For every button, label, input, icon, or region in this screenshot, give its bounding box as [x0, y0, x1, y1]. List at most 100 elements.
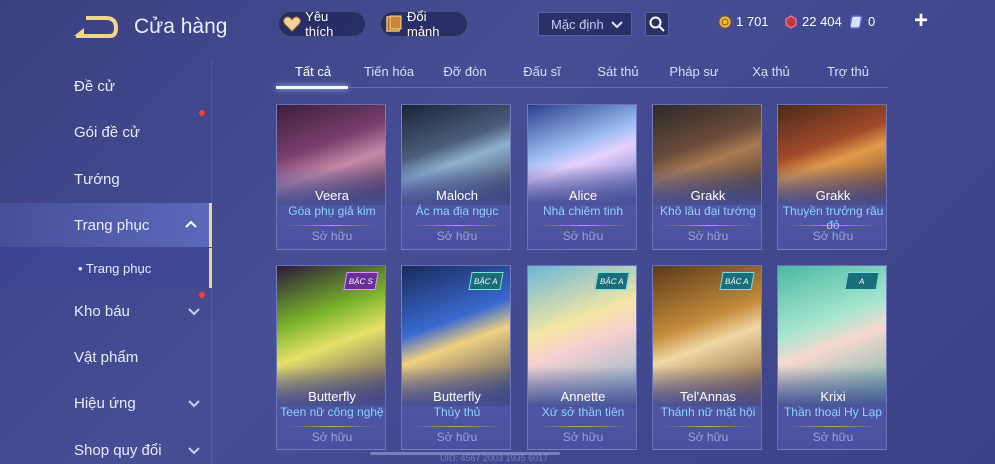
sidebar-item-label: Trang phục: [74, 216, 150, 234]
sidebar-item-label: Shop quy đổi: [74, 441, 162, 459]
hero-name: Tel'Annas: [680, 389, 736, 404]
skin-card-grakk[interactable]: Grakk Thuyền trưởng râu đỏ Sở hữu: [777, 104, 887, 250]
card-divider: [287, 225, 377, 226]
gold-coin-icon: [718, 15, 732, 29]
tab-tank[interactable]: Đỡ đòn: [430, 64, 500, 79]
tab-mage[interactable]: Pháp sư: [659, 64, 729, 79]
favorites-label: Yêu thích: [305, 9, 334, 39]
skin-name: Góa phụ giả kim: [288, 204, 376, 218]
card-divider: [663, 225, 753, 226]
sidebar-item-label: Tướng: [74, 170, 120, 188]
sidebar-item-treasure[interactable]: Kho báu: [0, 289, 212, 333]
hero-name: Krixi: [820, 389, 846, 404]
ownership-status: Sở hữu: [436, 430, 478, 444]
red-gem-value: 22 404: [802, 14, 842, 29]
back-button[interactable]: [72, 14, 119, 40]
sidebar-item-skins[interactable]: Trang phục: [0, 203, 212, 247]
red-gem-balance: 22 404: [784, 14, 842, 29]
skin-name: Thủy thủ: [433, 405, 481, 419]
voucher-value: 0: [868, 14, 876, 29]
ownership-status: Sở hữu: [436, 229, 478, 243]
category-tabs: Tất cả Tiến hóa Đỡ đòn Đấu sĩ Sát thủ Ph…: [276, 58, 888, 88]
favorites-button[interactable]: Yêu thích: [278, 9, 366, 39]
skin-name: Ác ma địa ngục: [415, 204, 499, 218]
skin-card-annette[interactable]: Annette Xứ sở thần tiên Sở hữu BẬC A: [527, 265, 637, 450]
hero-name: Grakk: [815, 188, 851, 203]
ownership-status: Sở hữu: [311, 229, 353, 243]
fragment-card-icon: [385, 14, 403, 34]
notification-dot: [199, 110, 205, 116]
skin-card-grakk[interactable]: Grakk Khô lâu đại tướng Sở hữu: [652, 104, 762, 250]
tab-assassin[interactable]: Sát thủ: [583, 64, 653, 79]
sidebar-item-label: Vật phẩm: [74, 348, 139, 366]
ownership-status: Sở hữu: [562, 229, 604, 243]
tier-badge: BẬC A: [468, 272, 504, 290]
sort-value: Mặc định: [551, 16, 604, 32]
exchange-fragments-button[interactable]: Đổi mảnh: [380, 9, 468, 39]
tier-badge: BẬC A: [719, 272, 755, 290]
skin-name: Thánh nữ mặt hội: [660, 405, 756, 419]
hero-name: Maloch: [436, 188, 478, 203]
skin-card-butterfly[interactable]: Butterfly Teen nữ công nghệ Sở hữu BẬC S: [276, 265, 386, 450]
card-divider: [538, 225, 628, 226]
skin-card-maloch[interactable]: Maloch Ác ma địa ngục Sở hữu: [401, 104, 511, 250]
skin-card-veera[interactable]: Veera Góa phụ giả kim Sở hữu: [276, 104, 386, 250]
skin-card-alice[interactable]: Alice Nhà chiêm tinh Sở hữu: [527, 104, 637, 250]
chevron-up-icon: [185, 218, 197, 230]
page-title: Cửa hàng: [134, 15, 228, 38]
hero-name: Butterfly: [308, 389, 356, 404]
skin-card-tel-annas[interactable]: Tel'Annas Thánh nữ mặt hội Sở hữu BẬC A: [652, 265, 762, 450]
tab-all[interactable]: Tất cả: [278, 64, 348, 79]
sidebar-item-items[interactable]: Vật phẩm: [0, 335, 212, 379]
sort-dropdown[interactable]: Mặc định: [538, 12, 632, 36]
hero-name: Veera: [315, 188, 349, 203]
card-divider: [412, 225, 502, 226]
skin-name: Thuyền trưởng râu đỏ: [782, 204, 884, 232]
sidebar-item-label: Đề cử: [74, 77, 115, 95]
skin-card-krixi[interactable]: Krixi Thần thoại Hy Lạp Sở hữu A: [777, 265, 887, 450]
card-divider: [788, 225, 878, 226]
skin-name: Nhà chiêm tinh: [542, 204, 624, 218]
tab-fighter[interactable]: Đấu sĩ: [507, 64, 577, 79]
sidebar-item-exchange-shop[interactable]: Shop quy đổi: [0, 428, 212, 464]
voucher-balance: 0: [850, 14, 875, 29]
sidebar-item-recommended[interactable]: Đề cử: [0, 64, 212, 108]
add-currency-button[interactable]: +: [910, 9, 932, 33]
skin-name: Khô lâu đại tướng: [660, 204, 756, 218]
voucher-icon: [850, 14, 864, 29]
tier-badge: A: [844, 272, 880, 290]
card-divider: [663, 426, 753, 427]
sidebar-item-label: Kho báu: [74, 302, 130, 320]
sidebar-item-label: Hiệu ứng: [74, 394, 136, 412]
tab-support[interactable]: Trợ thủ: [813, 64, 883, 79]
exchange-label: Đổi mảnh: [407, 9, 440, 39]
sidebar-subitem-skins[interactable]: • Trang phục: [0, 248, 212, 288]
tab-marksman[interactable]: Xạ thủ: [736, 64, 806, 79]
hero-name: Alice: [568, 188, 598, 203]
sidebar-item-recommended-bundles[interactable]: Gói đề cử: [0, 110, 212, 154]
gold-value: 1 701: [736, 14, 769, 29]
ownership-status: Sở hữu: [311, 430, 353, 444]
top-bar: Cửa hàng Yêu thích Đổi mảnh Mặc định 1 7…: [0, 0, 995, 50]
chevron-down-icon: [611, 17, 623, 32]
search-icon: [649, 16, 665, 32]
back-arrow-icon: [74, 16, 119, 38]
tab-evolution[interactable]: Tiến hóa: [354, 64, 424, 79]
ownership-status: Sở hữu: [812, 430, 854, 444]
sidebar-item-label: Gói đề cử: [74, 123, 140, 141]
red-gem-icon: [784, 14, 798, 29]
ownership-status: Sở hữu: [687, 229, 729, 243]
skin-name: Thần thoại Hy Lạp: [783, 405, 883, 419]
ownership-status: Sở hữu: [687, 430, 729, 444]
chevron-down-icon: [188, 443, 200, 455]
sidebar-item-effects[interactable]: Hiệu ứng: [0, 381, 212, 425]
hero-name: Butterfly: [433, 389, 481, 404]
heart-icon: [283, 14, 301, 34]
skin-card-butterfly[interactable]: Butterfly Thủy thủ Sở hữu BẬC A: [401, 265, 511, 450]
search-button[interactable]: [645, 12, 669, 36]
sidebar-item-heroes[interactable]: Tướng: [0, 157, 212, 201]
chevron-down-icon: [188, 396, 200, 408]
uid-watermark: UID: 4567 2003 1935 6017: [440, 453, 549, 463]
ownership-status: Sở hữu: [562, 430, 604, 444]
hero-name: Grakk: [690, 188, 726, 203]
